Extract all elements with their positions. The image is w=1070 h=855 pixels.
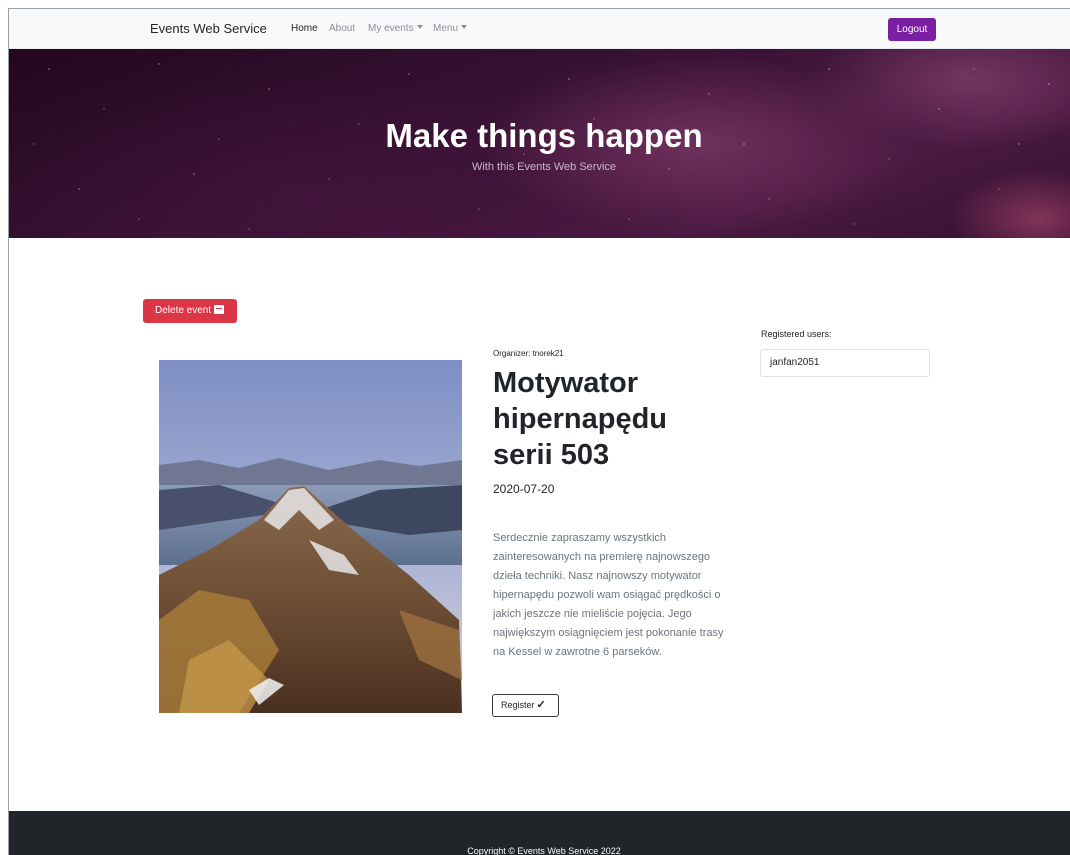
nav-dropdown-my-events[interactable]: My events — [368, 23, 423, 34]
hero-banner: Make things happen With this Events Web … — [9, 49, 1070, 238]
event-image — [159, 360, 462, 713]
navbar-brand[interactable]: Events Web Service — [150, 21, 267, 36]
hero-subtitle: With this Events Web Service — [471, 161, 617, 173]
nav-dropdown-menu[interactable]: Menu — [433, 23, 468, 34]
footer-copyright: Copyright © Events Web Service 2022 — [467, 846, 621, 855]
registered-user-item: janfan2051 — [760, 349, 930, 377]
caret-down-icon — [416, 25, 423, 29]
caret-down-icon — [461, 25, 468, 29]
nav-link-home[interactable]: Home — [291, 23, 318, 34]
event-title: Motywator hipernapędu serii 503 — [493, 367, 668, 471]
event-organizer: Organizer: tnorek21 — [493, 349, 564, 358]
event-description: Serdecznie zapraszamy wszystkich zainter… — [493, 532, 724, 658]
nav-link-about[interactable]: About — [329, 23, 355, 34]
register-label: Register — [501, 700, 535, 710]
nav-dropdown-my-events-label: My events — [368, 23, 414, 34]
delete-event-label: Delete event — [155, 305, 212, 316]
nav-link-home-label: Home — [291, 23, 318, 34]
nav-dropdown-menu-label: Menu — [433, 23, 459, 34]
page-frame: Events Web Service Home About My events … — [8, 8, 1070, 855]
registered-users-label: Registered users: — [761, 329, 832, 339]
event-date: 2020-07-20 — [493, 482, 555, 496]
navbar: Events Web Service Home About My events … — [9, 9, 1070, 49]
nav-link-about-label: About — [329, 23, 356, 34]
hero-title: Make things happen — [385, 117, 703, 154]
check-icon: ✓ — [536, 699, 546, 711]
trash-icon — [214, 305, 225, 314]
delete-event-button[interactable]: Delete event — [143, 299, 237, 323]
logout-button[interactable]: Logout — [888, 18, 936, 41]
register-button[interactable]: Register ✓ — [492, 694, 559, 717]
footer: Copyright © Events Web Service 2022 — [9, 811, 1070, 855]
